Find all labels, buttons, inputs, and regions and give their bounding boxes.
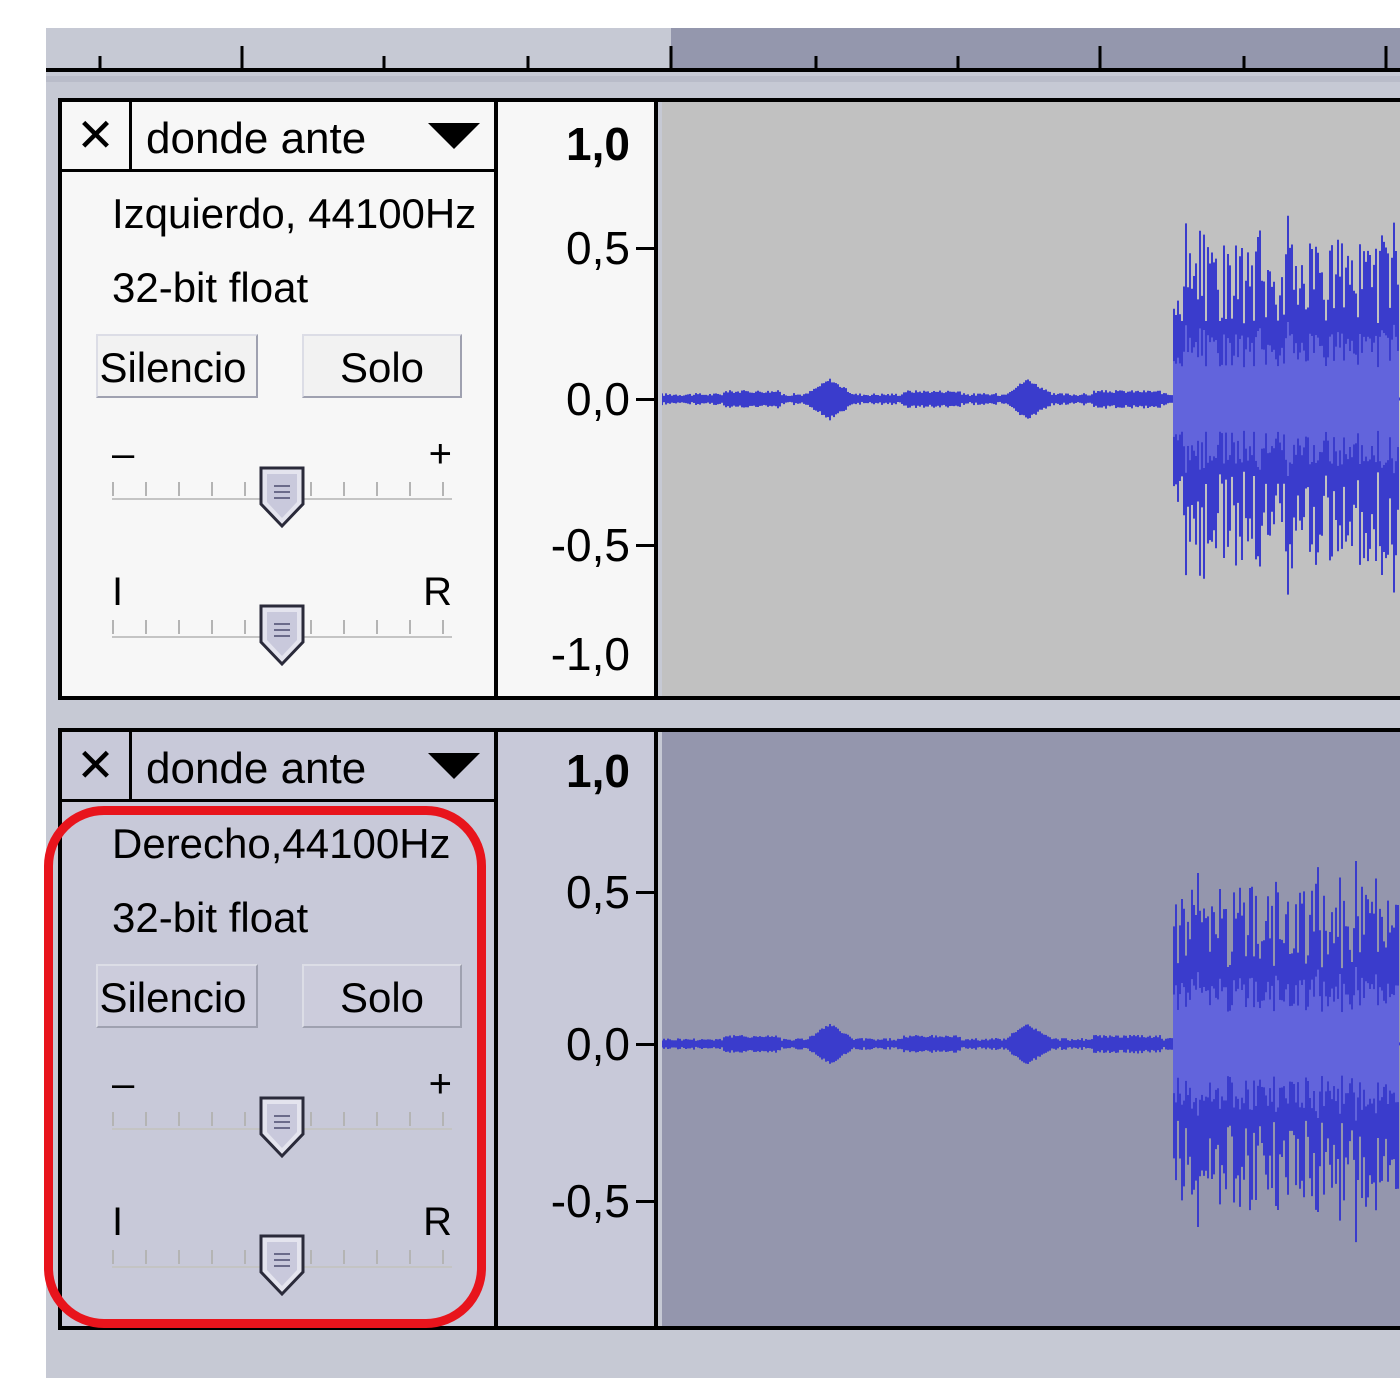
- waveform-area[interactable]: [662, 732, 1400, 1326]
- scale-label: 0,5: [566, 866, 630, 919]
- solo-button[interactable]: Solo: [302, 964, 462, 1028]
- ruler-ticks: [98, 46, 1388, 68]
- audio-track-right[interactable]: ✕ donde ante Derecho,44100Hz 32-bit floa…: [58, 728, 1400, 1330]
- track-channel-rate: Izquierdo, 44100Hz: [112, 190, 477, 237]
- scale-label: -0,5: [550, 518, 630, 571]
- ruler-separator: [46, 76, 1400, 82]
- waveform-svg: [662, 215, 1400, 595]
- bottom-scroll-area[interactable]: [46, 1340, 1400, 1378]
- amplitude-scale: 1,0 0,5 0,0 -0,5 -1,0: [498, 102, 658, 696]
- gain-slider[interactable]: – +: [112, 1062, 452, 1162]
- scale-label: 0,0: [566, 1017, 630, 1070]
- track-title-bar[interactable]: ✕ donde ante: [62, 102, 494, 172]
- scale-label: 1,0: [566, 117, 630, 170]
- close-icon: ✕: [76, 109, 115, 161]
- gain-min-label: –: [112, 1062, 135, 1106]
- track-control-panel[interactable]: ✕ donde ante Izquierdo, 44100Hz 32-bit f…: [62, 102, 498, 696]
- pan-left-label: I: [112, 1200, 124, 1244]
- pan-slider[interactable]: I R: [112, 570, 452, 670]
- track-control-panel[interactable]: ✕ donde ante Derecho,44100Hz 32-bit floa…: [62, 732, 498, 1326]
- gain-max-label: +: [428, 432, 452, 476]
- track-name-menu[interactable]: donde ante: [146, 102, 366, 169]
- dropdown-arrow-icon[interactable]: [428, 753, 480, 779]
- track-title-bar[interactable]: ✕ donde ante: [62, 732, 494, 802]
- waveform-svg: [662, 861, 1400, 1243]
- amplitude-scale: 1,0 0,5 0,0 -0,5: [498, 732, 658, 1326]
- scale-label: -0,5: [550, 1175, 630, 1228]
- close-track-button[interactable]: ✕: [62, 732, 132, 799]
- scale-tick: [636, 398, 654, 401]
- track-sample-format: 32-bit float: [112, 894, 309, 941]
- scale-label: 1,0: [566, 744, 630, 797]
- scale-label: 0,0: [566, 373, 630, 425]
- pan-right-label: R: [423, 1200, 452, 1244]
- scale-tick: [636, 543, 654, 547]
- ruler-top-strip: [46, 0, 1400, 28]
- slider-thumb-icon[interactable]: [255, 1094, 309, 1160]
- close-track-button[interactable]: ✕: [62, 102, 132, 169]
- pan-slider[interactable]: I R: [112, 1200, 452, 1300]
- pan-left-label: I: [112, 570, 124, 614]
- scale-tick: [636, 246, 654, 250]
- mute-button[interactable]: Silencio: [96, 334, 258, 398]
- track-sample-format: 32-bit float: [112, 264, 309, 311]
- ruler-baseline: [46, 68, 1400, 72]
- mute-button[interactable]: Silencio: [96, 964, 258, 1028]
- audio-track-left[interactable]: ✕ donde ante Izquierdo, 44100Hz 32-bit f…: [58, 98, 1400, 700]
- timeline-ruler[interactable]: [46, 28, 1400, 72]
- close-icon: ✕: [76, 739, 115, 791]
- scale-tick: [636, 1042, 654, 1046]
- track-channel-rate: Derecho,44100Hz: [112, 820, 451, 867]
- gain-min-label: –: [112, 432, 135, 476]
- gain-max-label: +: [428, 1062, 452, 1106]
- dropdown-arrow-icon[interactable]: [428, 123, 480, 149]
- pan-right-label: R: [423, 570, 452, 614]
- scale-tick: [636, 1200, 654, 1204]
- scale-tick: [636, 891, 654, 895]
- slider-thumb-icon[interactable]: [255, 602, 309, 668]
- scale-label: 0,5: [566, 221, 630, 274]
- slider-thumb-icon[interactable]: [255, 1232, 309, 1298]
- solo-button[interactable]: Solo: [302, 334, 462, 398]
- scale-label: -1,0: [550, 628, 630, 681]
- track-name-menu[interactable]: donde ante: [146, 732, 366, 799]
- waveform-area[interactable]: [662, 102, 1400, 696]
- slider-thumb-icon[interactable]: [255, 464, 309, 530]
- gain-slider[interactable]: – +: [112, 432, 452, 532]
- audacity-window: ✕ donde ante Izquierdo, 44100Hz 32-bit f…: [46, 0, 1400, 1378]
